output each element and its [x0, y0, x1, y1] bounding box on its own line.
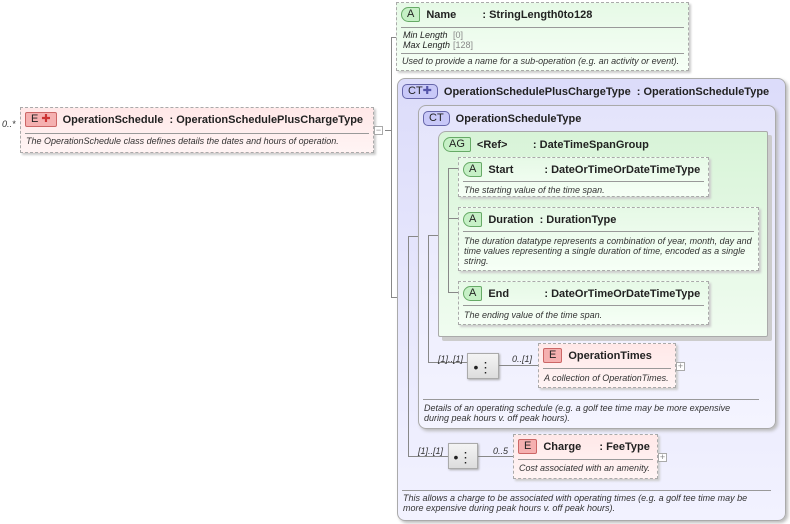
operation-times-element[interactable]: E OperationTimes A collection of Operatio…: [538, 343, 676, 388]
element-description: Cost associated with an amenity.: [519, 463, 650, 473]
group-name: <Ref>: [476, 138, 508, 151]
sequence-cardinality: [1]..[1]: [438, 354, 464, 364]
attribute-name: Duration: [488, 213, 534, 226]
attribute-name: End: [488, 287, 510, 300]
end-attribute[interactable]: A End : DateOrTimeOrDateTimeType The endin…: [458, 281, 709, 325]
complex-type-badge: CT✚: [402, 84, 438, 99]
base-type: : OperationScheduleType: [636, 85, 770, 98]
type-name: OperationScheduleType: [455, 112, 582, 125]
charge-element[interactable]: E Charge : FeeType Cost associated with an…: [513, 434, 658, 479]
attribute-description: The duration datatype represents a combi…: [464, 236, 752, 266]
attribute-badge: A: [463, 162, 483, 177]
attribute-name: Name: [426, 8, 457, 21]
type-description: Details of an operating schedule (e.g. a…: [424, 403, 731, 423]
complex-type-badge: CT: [423, 111, 450, 126]
attribute-badge: A: [463, 212, 483, 227]
plus-icon: ✚: [41, 113, 51, 125]
sequence-icon[interactable]: •⋮: [448, 443, 478, 469]
element-name: OperationSchedule: [62, 113, 164, 126]
attribute-type: : DateOrTimeOrDateTimeType: [544, 163, 701, 176]
attribute-name: Start: [488, 163, 514, 176]
element-name: Charge: [543, 440, 582, 453]
attribute-badge: A: [463, 286, 483, 301]
attribute-description: The ending value of the time span.: [464, 310, 603, 320]
group-type: : DateTimeSpanGroup: [532, 138, 649, 151]
element-description: The OperationSchedule class defines deta…: [26, 136, 339, 146]
element-name: OperationTimes: [568, 349, 652, 362]
element-type: : OperationSchedulePlusChargeType: [169, 113, 364, 126]
type-description: This allows a charge to be associated wi…: [403, 493, 748, 513]
root-cardinality: 0..*: [2, 119, 16, 129]
expand-icon[interactable]: +: [676, 362, 685, 371]
type-name: OperationSchedulePlusChargeType: [443, 85, 631, 98]
collapse-icon[interactable]: −: [374, 126, 383, 135]
element-badge: E: [543, 348, 563, 363]
sequence-icon[interactable]: •⋮: [467, 353, 499, 379]
element-type: : FeeType: [599, 440, 650, 453]
name-attribute[interactable]: A Name: StringLength0to128 Min Length [0] …: [396, 2, 689, 71]
facet-max-length: Max Length [128]: [403, 40, 474, 50]
attribute-description: Used to provide a name for a sub-operati…: [402, 56, 680, 66]
element-cardinality: 0..[1]: [512, 354, 533, 364]
element-cardinality: 0..5: [493, 446, 509, 456]
facet-min-length: Min Length [0]: [403, 30, 464, 40]
element-badge: E: [518, 439, 538, 454]
attribute-type: : StringLength0to128: [482, 8, 593, 21]
sequence-cardinality: [1]..[1]: [418, 446, 444, 456]
element-description: A collection of OperationTimes.: [544, 373, 669, 383]
attribute-type: : DurationType: [539, 213, 617, 226]
attribute-type: : DateOrTimeOrDateTimeType: [544, 287, 701, 300]
element-badge: E ✚: [25, 112, 57, 127]
duration-attribute[interactable]: A Duration : DurationType The duration dat…: [458, 207, 759, 271]
start-attribute[interactable]: A Start : DateOrTimeOrDateTimeType The sta…: [458, 157, 709, 197]
plus-icon: ✚: [422, 85, 432, 97]
attribute-description: The starting value of the time span.: [464, 185, 605, 195]
attribute-badge: A: [401, 7, 421, 22]
attribute-group-badge: AG: [443, 137, 471, 152]
expand-icon[interactable]: +: [658, 453, 667, 462]
operation-schedule-element[interactable]: E ✚ OperationSchedule : OperationScheduleP…: [20, 107, 374, 153]
